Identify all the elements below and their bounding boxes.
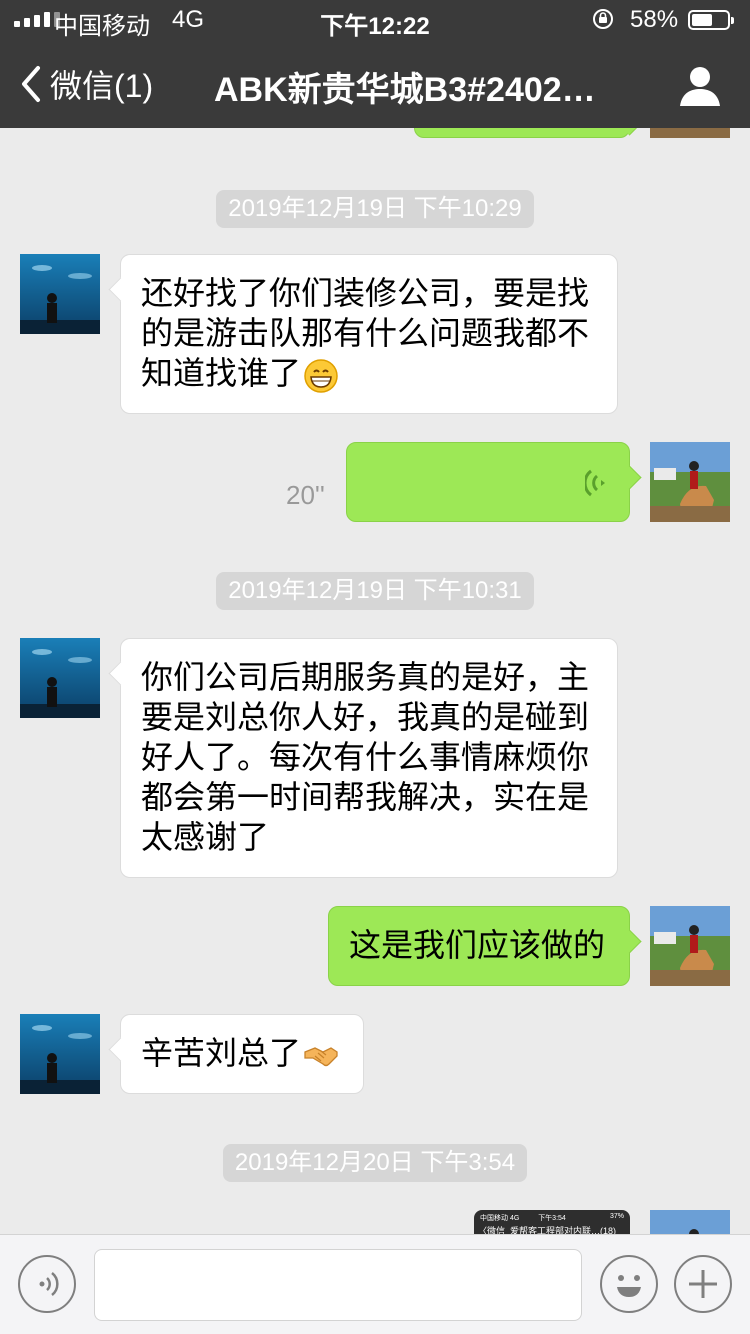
contact-avatar[interactable]	[20, 254, 100, 334]
plus-button[interactable]	[674, 1255, 732, 1313]
message-text: 还好找了你们装修公司，要是找的是游击队那有什么问题我都不知道找谁了	[141, 275, 590, 391]
emoji-icon	[617, 1275, 641, 1297]
voice-message-bubble[interactable]	[346, 442, 630, 522]
timestamp: 2019年12月19日 下午10:29	[0, 190, 750, 228]
message-text: 你们公司后期服务真的是好，主要是刘总你人好，我真的是碰到好人了。每次有什么事情麻…	[141, 659, 590, 855]
my-avatar[interactable]	[650, 442, 730, 522]
image-message-thumbnail[interactable]: 中国移动 4G 下午3:54 37% 〈微信 爱帮客工程部对内联…(18)	[474, 1210, 630, 1234]
rotation-lock-icon	[593, 9, 613, 29]
my-avatar[interactable]	[650, 906, 730, 986]
emoji-button[interactable]	[600, 1255, 658, 1313]
timestamp: 2019年12月19日 下午10:31	[0, 572, 750, 610]
thumb-time: 下午3:54	[538, 1215, 566, 1222]
status-bar: 中国移动 4G 下午12:22 58%	[0, 0, 750, 40]
my-avatar[interactable]	[650, 1210, 730, 1234]
back-button[interactable]: 微信(1)	[18, 60, 153, 108]
message-bubble-incoming[interactable]: 辛苦刘总了	[120, 1014, 364, 1094]
timestamp: 2019年12月20日 下午3:54	[0, 1144, 750, 1182]
thumb-back-label: 〈微信	[478, 1226, 506, 1234]
battery-icon	[688, 10, 734, 30]
nav-bar: 微信(1) ABK新贵华城B3#2402…	[0, 40, 750, 128]
grinning-face-icon	[304, 358, 338, 393]
contact-avatar[interactable]	[20, 638, 100, 718]
thumb-title: 爱帮客工程部对内联…(18)	[510, 1226, 617, 1234]
voice-input-icon	[39, 1272, 59, 1296]
chevron-left-icon	[22, 66, 40, 102]
voice-wave-icon	[585, 469, 605, 497]
top-bar: 中国移动 4G 下午12:22 58% 微信(1) ABK新贵华城B3#2402…	[0, 0, 750, 128]
message-bubble-outgoing-previous[interactable]	[414, 128, 630, 138]
handshake-icon	[304, 1046, 338, 1066]
message-bubble-outgoing[interactable]: 这是我们应该做的	[328, 906, 630, 986]
message-bubble-incoming[interactable]: 你们公司后期服务真的是好，主要是刘总你人好，我真的是碰到好人了。每次有什么事情麻…	[120, 638, 618, 878]
person-icon[interactable]	[676, 62, 724, 110]
voice-duration: 20''	[286, 480, 325, 510]
plus-icon	[689, 1270, 717, 1298]
back-label: 微信(1)	[50, 68, 154, 104]
message-text: 辛苦刘总了	[141, 1035, 302, 1071]
voice-input-button[interactable]	[18, 1255, 76, 1313]
message-text: 这是我们应该做的	[349, 927, 606, 963]
my-avatar[interactable]	[650, 128, 730, 138]
battery-percent: 58%	[630, 6, 679, 33]
chat-area[interactable]: 2019年12月19日 下午10:29 还好找了你们装修公司，要是找的是游击队那…	[0, 128, 750, 1234]
contact-avatar[interactable]	[20, 1014, 100, 1094]
message-bubble-incoming[interactable]: 还好找了你们装修公司，要是找的是游击队那有什么问题我都不知道找谁了	[120, 254, 618, 414]
chat-title: ABK新贵华城B3#2402…	[214, 71, 596, 109]
input-bar	[0, 1234, 750, 1334]
message-input[interactable]	[94, 1249, 582, 1321]
thumb-battery: 37%	[609, 1213, 624, 1220]
